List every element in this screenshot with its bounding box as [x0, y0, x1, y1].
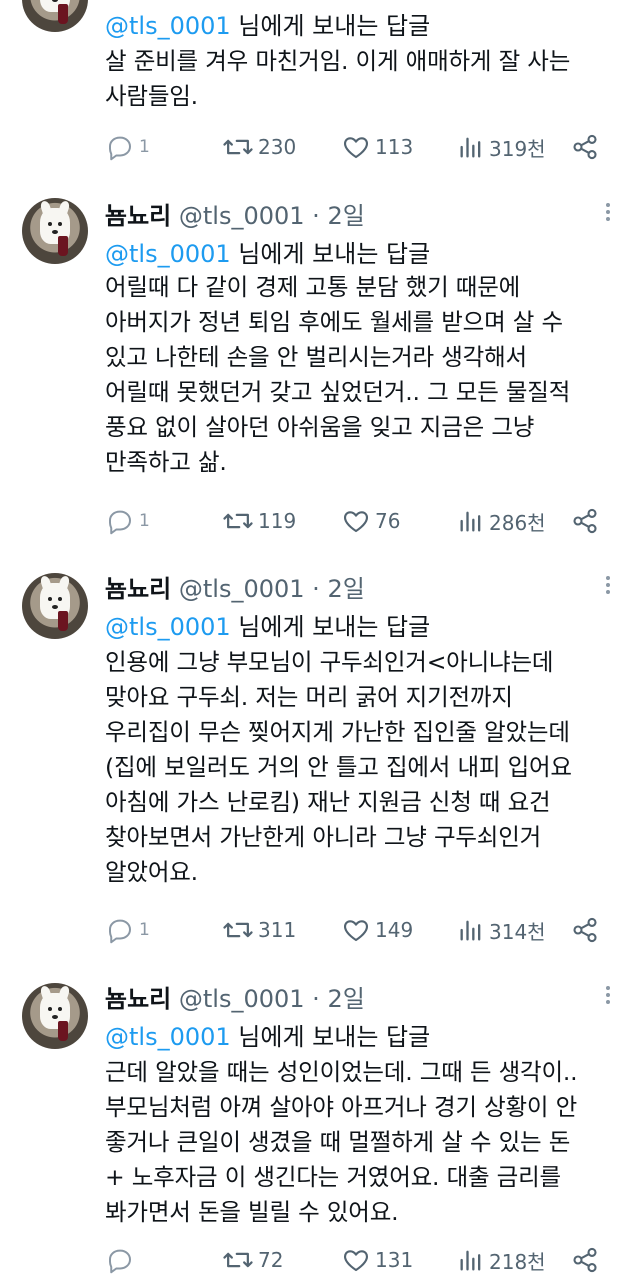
more-options-icon[interactable] [598, 573, 618, 601]
views-count: 314천 [489, 919, 546, 944]
handle-and-time[interactable]: @tls_0001 · 2일 [179, 985, 365, 1013]
replying-mention[interactable]: @tls_0001 [105, 12, 231, 40]
share-button[interactable] [571, 504, 599, 538]
views-button[interactable]: 314천 [457, 913, 546, 947]
bar-chart-icon [460, 137, 481, 158]
tweet-text: 어릴때 다 같이 경제 고통 분담 했기 때문에 아버지가 정년 퇴임 후에도 … [105, 273, 571, 476]
tweet-text: 근데 알았을 때는 성인이었는데. 그때 든 생각이.. 부모님처럼 아껴 살아… [105, 1058, 578, 1226]
retweet-icon [223, 1252, 253, 1268]
replying-suffix: 님에게 보내는 답글 [230, 613, 431, 641]
display-name[interactable]: 뇸뇨리 [105, 985, 171, 1013]
views-button[interactable]: 319천 [457, 130, 546, 164]
share-button[interactable] [571, 913, 599, 947]
retweet-button[interactable]: 311 [222, 913, 296, 947]
retweet-count: 72 [258, 1248, 284, 1272]
reply-icon [109, 1249, 131, 1274]
avatar[interactable] [22, 198, 88, 264]
display-name[interactable]: 뇸뇨리 [105, 575, 171, 603]
avatar[interactable] [22, 0, 88, 32]
more-options-icon[interactable] [598, 200, 618, 228]
views-button[interactable]: 218천 [457, 1243, 546, 1277]
views-count: 319천 [489, 136, 546, 161]
reply-icon [109, 136, 131, 161]
views-count: 218천 [489, 1249, 546, 1274]
retweet-count: 230 [258, 135, 297, 159]
reply-count: 1 [139, 511, 150, 531]
replying-to: @tls_0001 님에게 보내는 답글 [105, 607, 430, 642]
bar-chart-icon [460, 1250, 481, 1271]
reply-count: 1 [139, 920, 150, 940]
like-button[interactable]: 76 [341, 504, 400, 538]
reply-button[interactable] [105, 1243, 139, 1277]
tweet-header: 뇸뇨리 @tls_0001 · 2일 [105, 979, 365, 1014]
retweet-count: 119 [258, 509, 297, 533]
replying-mention[interactable]: @tls_0001 [105, 240, 231, 268]
share-icon [573, 1247, 597, 1273]
reply-button[interactable]: 1 [105, 504, 150, 538]
like-count: 113 [375, 135, 414, 159]
like-count: 76 [375, 509, 401, 533]
tweet-actions: 1 119 76 286천 [105, 504, 605, 538]
reply-button[interactable]: 1 [105, 913, 150, 947]
views-count: 286천 [489, 510, 546, 535]
retweet-icon [223, 922, 253, 938]
tweet-actions: 1 311 149 314천 [105, 913, 605, 947]
replying-to: @tls_0001 님에게 보내는 답글 [105, 6, 430, 41]
share-button[interactable] [571, 1243, 599, 1277]
reply-icon [109, 919, 131, 944]
reply-count: 1 [139, 137, 150, 157]
tweet-header: 뇸뇨리 @tls_0001 · 2일 [105, 196, 365, 231]
handle-and-time[interactable]: @tls_0001 · 2일 [179, 202, 365, 230]
like-button[interactable]: 149 [341, 913, 413, 947]
tweet-header: 뇸뇨리 @tls_0001 · 2일 [105, 569, 365, 604]
retweet-button[interactable]: 72 [222, 1243, 283, 1277]
share-button[interactable] [571, 130, 599, 164]
retweet-icon [223, 513, 253, 529]
more-options-icon[interactable] [598, 983, 618, 1011]
tweet-text: 인용에 그냥 부모님이 구두쇠인거<아니냐는데 맞아요 구두쇠. 저는 머리 굵… [105, 648, 572, 886]
views-button[interactable]: 286천 [457, 504, 546, 538]
retweet-button[interactable]: 230 [222, 130, 296, 164]
replying-suffix: 님에게 보내는 답글 [230, 240, 431, 268]
share-icon [573, 508, 597, 534]
retweet-button[interactable]: 119 [222, 504, 296, 538]
heart-icon [344, 920, 368, 942]
heart-icon [344, 511, 368, 533]
share-icon [573, 134, 597, 160]
display-name[interactable]: 뇸뇨리 [105, 202, 171, 230]
share-icon [573, 917, 597, 943]
retweet-icon [223, 139, 253, 155]
tweet-text: 살 준비를 겨우 마친거임. 이게 애매하게 잘 사는 사람들임. [105, 47, 571, 110]
replying-suffix: 님에게 보내는 답글 [230, 12, 431, 40]
bar-chart-icon [460, 920, 481, 941]
tweet-actions: 1 230 113 319천 [105, 130, 605, 164]
handle-and-time[interactable]: @tls_0001 · 2일 [179, 575, 365, 603]
replying-mention[interactable]: @tls_0001 [105, 613, 231, 641]
avatar[interactable] [22, 983, 88, 1049]
reply-button[interactable]: 1 [105, 130, 150, 164]
reply-icon [109, 510, 131, 535]
retweet-count: 311 [258, 918, 297, 942]
like-button[interactable]: 131 [341, 1243, 413, 1277]
like-button[interactable]: 113 [341, 130, 413, 164]
like-count: 131 [375, 1248, 414, 1272]
replying-to: @tls_0001 님에게 보내는 답글 [105, 1017, 430, 1052]
heart-icon [344, 137, 368, 159]
bar-chart-icon [460, 511, 481, 532]
replying-suffix: 님에게 보내는 답글 [230, 1023, 431, 1051]
like-count: 149 [375, 918, 414, 942]
replying-mention[interactable]: @tls_0001 [105, 1023, 231, 1051]
heart-icon [344, 1250, 368, 1272]
avatar[interactable] [22, 573, 88, 639]
replying-to: @tls_0001 님에게 보내는 답글 [105, 234, 430, 269]
tweet-actions: 72 131 218천 [105, 1243, 605, 1277]
